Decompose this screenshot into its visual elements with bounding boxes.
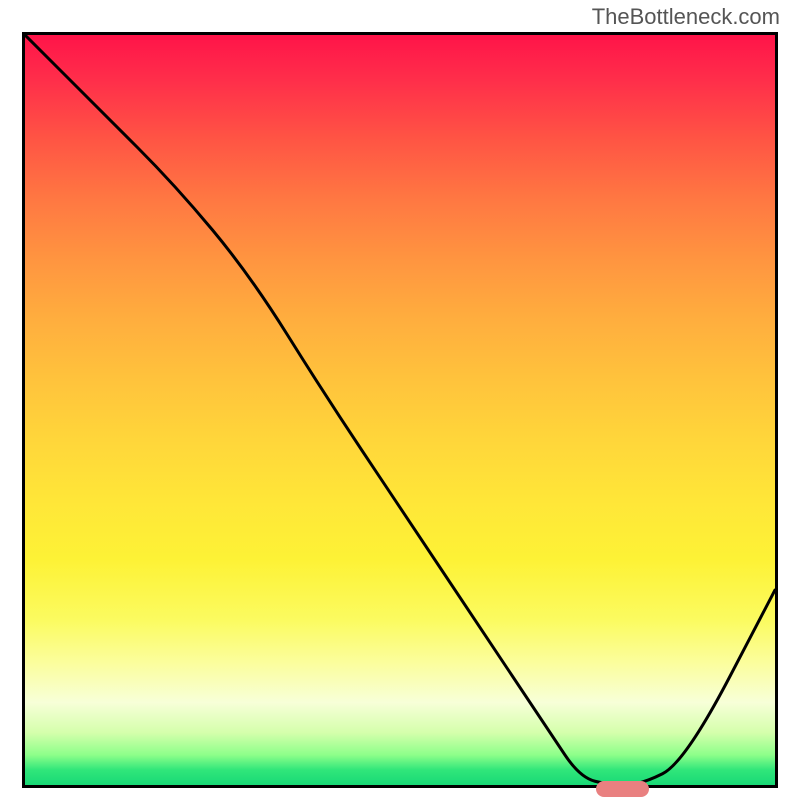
watermark-text: TheBottleneck.com: [592, 4, 780, 30]
chart-plot-area: [22, 32, 778, 788]
chart-marker: [596, 781, 649, 797]
chart-curve-svg: [25, 35, 775, 785]
chart-curve-line: [25, 35, 775, 785]
